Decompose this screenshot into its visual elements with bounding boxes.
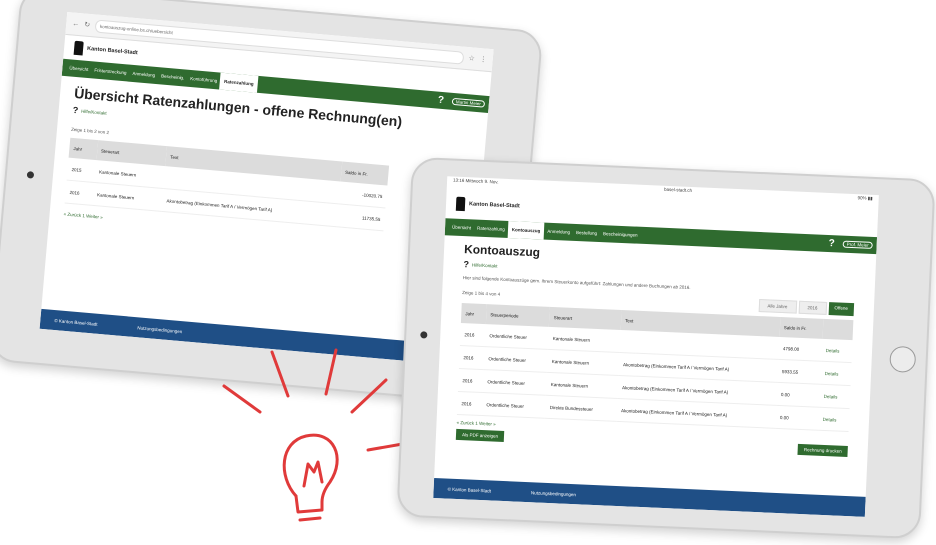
help-question-icon: ? — [72, 104, 79, 116]
brand-name: Kanton Basel-Stadt — [468, 201, 520, 210]
cell-saldo: 11735.55 — [336, 203, 386, 231]
filter-open-button[interactable]: Offene — [828, 302, 855, 317]
page-footer: © Kanton Basel-Stadt Nutzungsbedingungen — [433, 478, 866, 517]
nav-item-bescheinigungen[interactable]: Bescheinig. — [158, 73, 188, 81]
tablet-front: 13:16 Mittwoch 9. Nov. basel-stadt.ch 90… — [396, 156, 936, 540]
details-link[interactable]: Details — [818, 407, 850, 432]
cell-saldo: 0.00 — [775, 405, 820, 431]
url-text: kontoauszug-online.bs.ch/uebersicht — [99, 23, 174, 35]
result-count: Zeige 1 bis 4 von 4 — [462, 290, 501, 297]
url-text[interactable]: basel-stadt.ch — [664, 187, 692, 198]
print-invoice-button[interactable]: Rechnung drucken — [797, 443, 848, 458]
help-question-icon: ? — [463, 259, 470, 270]
cell-jahr: 2016 — [459, 323, 486, 347]
ray-line — [270, 350, 290, 398]
bulb-base — [294, 494, 324, 514]
filter-all-years-button[interactable]: Alle Jahre — [758, 298, 797, 314]
tablet-front-screen: 13:16 Mittwoch 9. Nov. basel-stadt.ch 90… — [433, 176, 879, 517]
column-header-jahr[interactable]: Jahr — [460, 303, 487, 325]
home-button-icon[interactable] — [889, 345, 917, 373]
cell-art: Kantonale Steuern — [547, 349, 620, 376]
cell-jahr: 2016 — [457, 368, 484, 393]
nav-item-ratenzahlung[interactable]: Ratenzahlung — [474, 226, 508, 232]
cell-periode: Ordentliche Steuer — [484, 324, 550, 350]
details-link[interactable]: Details — [819, 384, 851, 409]
column-header-saldo[interactable]: Saldo in Fr. — [779, 316, 824, 339]
back-arrow-icon[interactable]: ← — [72, 20, 80, 28]
user-menu[interactable]: Martin Meier — [451, 97, 486, 108]
cell-art: Kantonale Steuern — [548, 326, 621, 353]
column-header-jahr[interactable]: Jahr — [68, 137, 98, 161]
help-icon[interactable]: ? — [434, 94, 447, 106]
ray-line — [324, 348, 338, 396]
cell-art: Kantonale Steuern — [546, 372, 619, 399]
nav-item-uebersicht[interactable]: Übersicht — [66, 65, 91, 72]
bulb-filament — [302, 460, 324, 488]
details-link[interactable]: Details — [821, 338, 853, 363]
cell-saldo: 0.00 — [776, 382, 821, 408]
filter-group: Alle Jahre 2016 Offene — [758, 298, 855, 317]
statement-table: Jahr Steuerperiode Steuerart Text Saldo … — [456, 303, 854, 432]
footer-terms-link[interactable]: Nutzungsbedingungen — [531, 490, 576, 497]
nav-item-bescheinigungen[interactable]: Bescheinigungen — [600, 231, 641, 238]
nav-item-uebersicht[interactable]: Übersicht — [449, 224, 474, 231]
cell-steuerart: Kantonale Steuern — [92, 182, 164, 212]
nav-item-kontofuehrung[interactable]: Kontoführung — [187, 76, 220, 84]
column-header-steuerperiode[interactable]: Steuerperiode — [485, 304, 551, 327]
cell-saldo: 5933.55 — [777, 359, 822, 385]
nav-item-kontoauszug[interactable]: Kontoauszug — [507, 220, 545, 240]
brand-name: Kanton Basel-Stadt — [86, 45, 138, 57]
user-menu[interactable]: Prof. Meier — [842, 240, 873, 249]
details-link[interactable]: Details — [820, 361, 852, 386]
bulb-base-line — [298, 516, 322, 522]
battery-indicator: 90% ▮▮ — [857, 195, 873, 201]
footer-terms-link[interactable]: Nutzungsbedingungen — [137, 325, 182, 334]
cell-jahr: 2015 — [66, 157, 97, 183]
nav-item-fristerstreckung[interactable]: Fristerstreckung — [91, 67, 130, 76]
basel-staff-logo-icon — [73, 40, 84, 56]
cell-periode: Ordentliche Steuer — [483, 346, 549, 373]
bookmark-icon[interactable]: ☆ — [468, 54, 475, 63]
ray-line — [350, 378, 388, 414]
status-time: 13:16 Mittwoch 9. Nov. — [453, 177, 499, 185]
camera-dot — [420, 331, 428, 339]
ray-line — [222, 384, 262, 414]
pdf-export-button[interactable]: Als PDF anzeigen — [455, 428, 505, 443]
camera-dot — [26, 171, 35, 179]
cell-periode: Ordentliche Steuer — [482, 369, 548, 396]
cell-saldo: 4798.00 — [778, 336, 823, 362]
nav-item-anmeldung[interactable]: Anmeldung — [544, 229, 573, 235]
lightbulb-sketch-icon — [222, 348, 416, 522]
help-icon[interactable]: ? — [825, 238, 838, 250]
menu-icon[interactable]: ⋮ — [479, 55, 487, 64]
cell-periode: Ordentliche Steuer — [481, 392, 547, 419]
filter-year-button[interactable]: 2016 — [798, 300, 827, 315]
cell-jahr: 2016 — [64, 180, 95, 206]
column-header-action — [822, 318, 854, 341]
help-link[interactable]: Hilfe/Kontakt — [472, 262, 498, 268]
cell-jahr: 2016 — [456, 391, 483, 416]
footer-copyright: © Kanton Basel-Stadt — [447, 486, 492, 493]
nav-item-anmeldung[interactable]: Anmeldung — [129, 71, 158, 78]
help-link[interactable]: Hilfe/Kontakt — [81, 108, 107, 115]
reload-icon[interactable]: ↻ — [84, 21, 91, 29]
footer-copyright: © Kanton Basel-Stadt — [54, 317, 98, 327]
nav-item-ratenzahlung[interactable]: Ratenzahlung — [219, 72, 259, 93]
nav-item-bestellung[interactable]: Bestellung — [573, 230, 600, 236]
basel-staff-logo-icon — [455, 196, 466, 212]
cell-art: Direkte Bundessteuer — [545, 395, 618, 422]
cell-jahr: 2016 — [458, 345, 485, 370]
